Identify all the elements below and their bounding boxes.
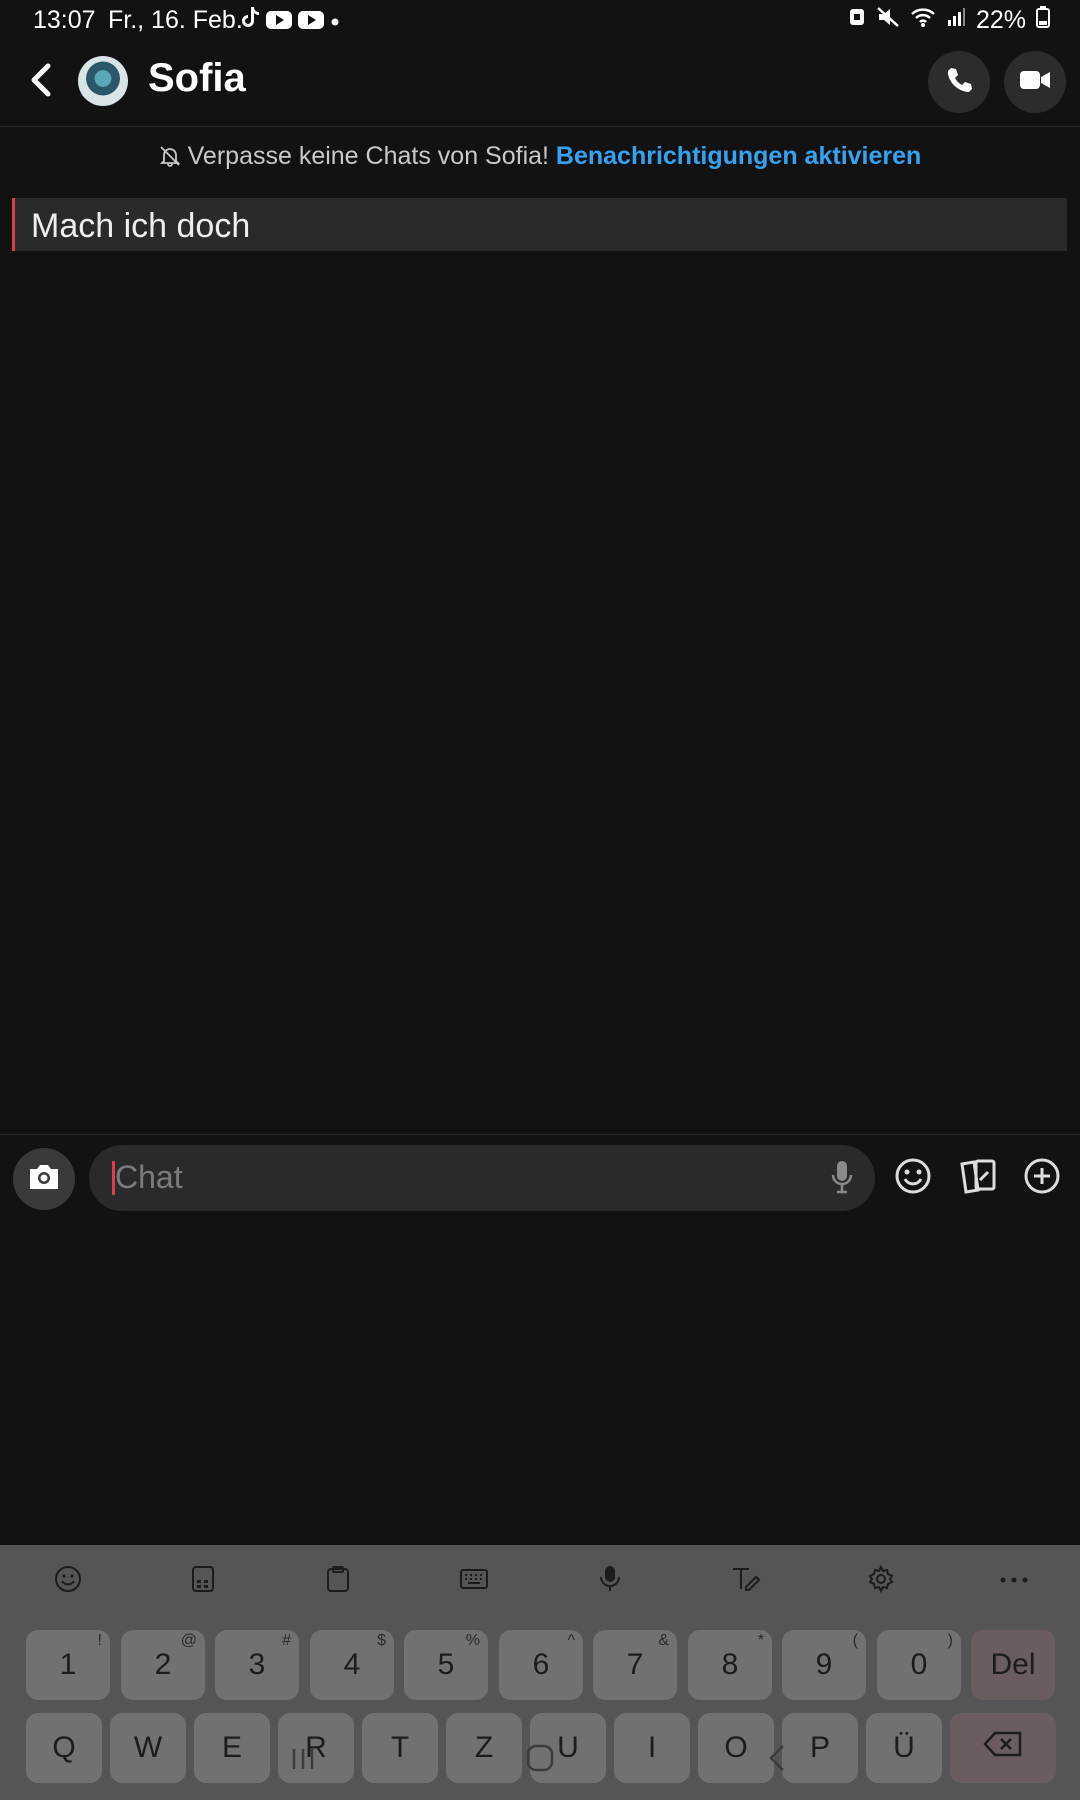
key-label: 2 [154,1648,172,1681]
recents-icon [288,1745,318,1776]
plus-button[interactable] [1022,1158,1062,1198]
key-label: 6 [532,1648,550,1681]
key-sup: * [757,1632,764,1649]
key-del[interactable]: Del [971,1630,1055,1700]
key-label: 7 [626,1648,644,1681]
chevron-left-icon [22,63,62,106]
key-sup: ^ [567,1632,575,1649]
key-sup: & [658,1632,669,1649]
key-4[interactable]: 4 $ [310,1630,394,1700]
gear-icon [867,1564,895,1598]
enable-notifications-link[interactable]: Benachrichtigungen aktivieren [556,142,921,170]
back-button[interactable] [22,58,62,102]
camera-button[interactable] [13,1148,75,1210]
key-label: 1 [59,1648,77,1681]
keyboard-emoji-button[interactable] [50,1563,86,1599]
alarm-icon [848,6,866,35]
key-sup: # [282,1632,291,1649]
plus-icon [1023,1157,1061,1200]
home-button[interactable] [520,1740,560,1780]
key-label: Del [990,1648,1036,1681]
keyboard-icon [459,1566,489,1597]
emoji-icon [54,1565,82,1598]
chat-input[interactable]: Chat [89,1145,875,1211]
mic-icon[interactable] [829,1159,855,1200]
keyboard-sticker-button[interactable] [185,1563,221,1599]
signal-icon [946,6,966,35]
key-9[interactable]: 9( [782,1630,866,1700]
key-label: 0 [910,1648,928,1681]
key-8[interactable]: 8 * [688,1630,772,1700]
key-label: 4 [343,1648,361,1681]
notification-prompt-text: Verpasse keine Chats von Sofia! [187,142,549,170]
key-sup: ) [947,1632,953,1649]
key-1[interactable]: 1! [26,1630,110,1700]
key-sup: $ [377,1632,386,1649]
keyboard-layout-button[interactable] [456,1563,492,1599]
emoji-icon [894,1157,932,1200]
youtube-icon [298,11,324,29]
avatar[interactable] [78,56,128,106]
video-icon [1019,68,1051,97]
video-call-button[interactable] [1004,51,1066,113]
call-button[interactable] [928,51,990,113]
key-label: 9 [815,1648,833,1681]
status-date: Fr., 16. Feb. [108,6,243,34]
clipboard-icon [325,1565,351,1598]
key-0[interactable]: 0) [877,1630,961,1700]
keyboard-toolbar [0,1545,1080,1615]
mute-icon [876,6,900,35]
message-text: Mach ich doch [31,207,251,245]
status-bar: 13:07 Fr., 16. Feb. 22% [0,0,1080,38]
chat-placeholder: Chat [115,1159,183,1195]
key-sup: % [465,1632,480,1649]
status-time: 13:07 [33,6,96,34]
handwriting-icon [730,1565,762,1598]
keyboard-settings-button[interactable] [863,1563,899,1599]
dot-icon [330,7,340,33]
nav-back-button[interactable] [757,1740,797,1780]
home-icon [524,1742,556,1779]
key-label: 5 [437,1648,455,1681]
status-right-icons: 22% [848,6,1050,35]
sticker-icon [190,1565,216,1598]
youtube-icon [266,11,292,29]
key-label: 8 [721,1648,739,1681]
phone-icon [944,65,974,100]
emoji-button[interactable] [893,1158,933,1198]
mic-icon [598,1564,622,1599]
chat-header: Sofia [0,38,1080,127]
notification-prompt: Verpasse keine Chats von Sofia! Benachri… [0,142,1080,171]
back-icon [765,1742,789,1779]
contact-name[interactable]: Sofia [148,56,246,101]
key-5[interactable]: 5% [404,1630,488,1700]
battery-text: 22% [975,6,1026,34]
key-sup: ( [852,1632,858,1649]
key-3[interactable]: 3 # [215,1630,299,1700]
recent-apps-button[interactable] [283,1740,323,1780]
bell-off-icon [159,142,188,170]
keyboard-more-button[interactable] [996,1563,1032,1599]
cards-button[interactable] [958,1158,998,1198]
key-sup: ! [97,1632,102,1649]
system-nav-bar [0,1718,1080,1800]
camera-icon [26,1162,62,1197]
key-7[interactable]: 7 & [593,1630,677,1700]
key-6[interactable]: 6 ^ [499,1630,583,1700]
cards-icon [958,1158,998,1199]
key-2[interactable]: 2 @ [121,1630,205,1700]
keyboard-handwriting-button[interactable] [728,1563,764,1599]
key-sup: @ [180,1632,197,1649]
message-bubble[interactable]: Mach ich doch [12,198,1067,251]
keyboard-clipboard-button[interactable] [320,1563,356,1599]
wifi-icon [910,6,936,35]
keyboard-voice-button[interactable] [592,1563,628,1599]
battery-icon [1036,6,1050,35]
divider [0,1134,1080,1135]
status-app-icons [240,6,340,34]
tiktok-icon [240,6,260,34]
key-label: 3 [248,1648,266,1681]
more-icon [999,1572,1029,1590]
